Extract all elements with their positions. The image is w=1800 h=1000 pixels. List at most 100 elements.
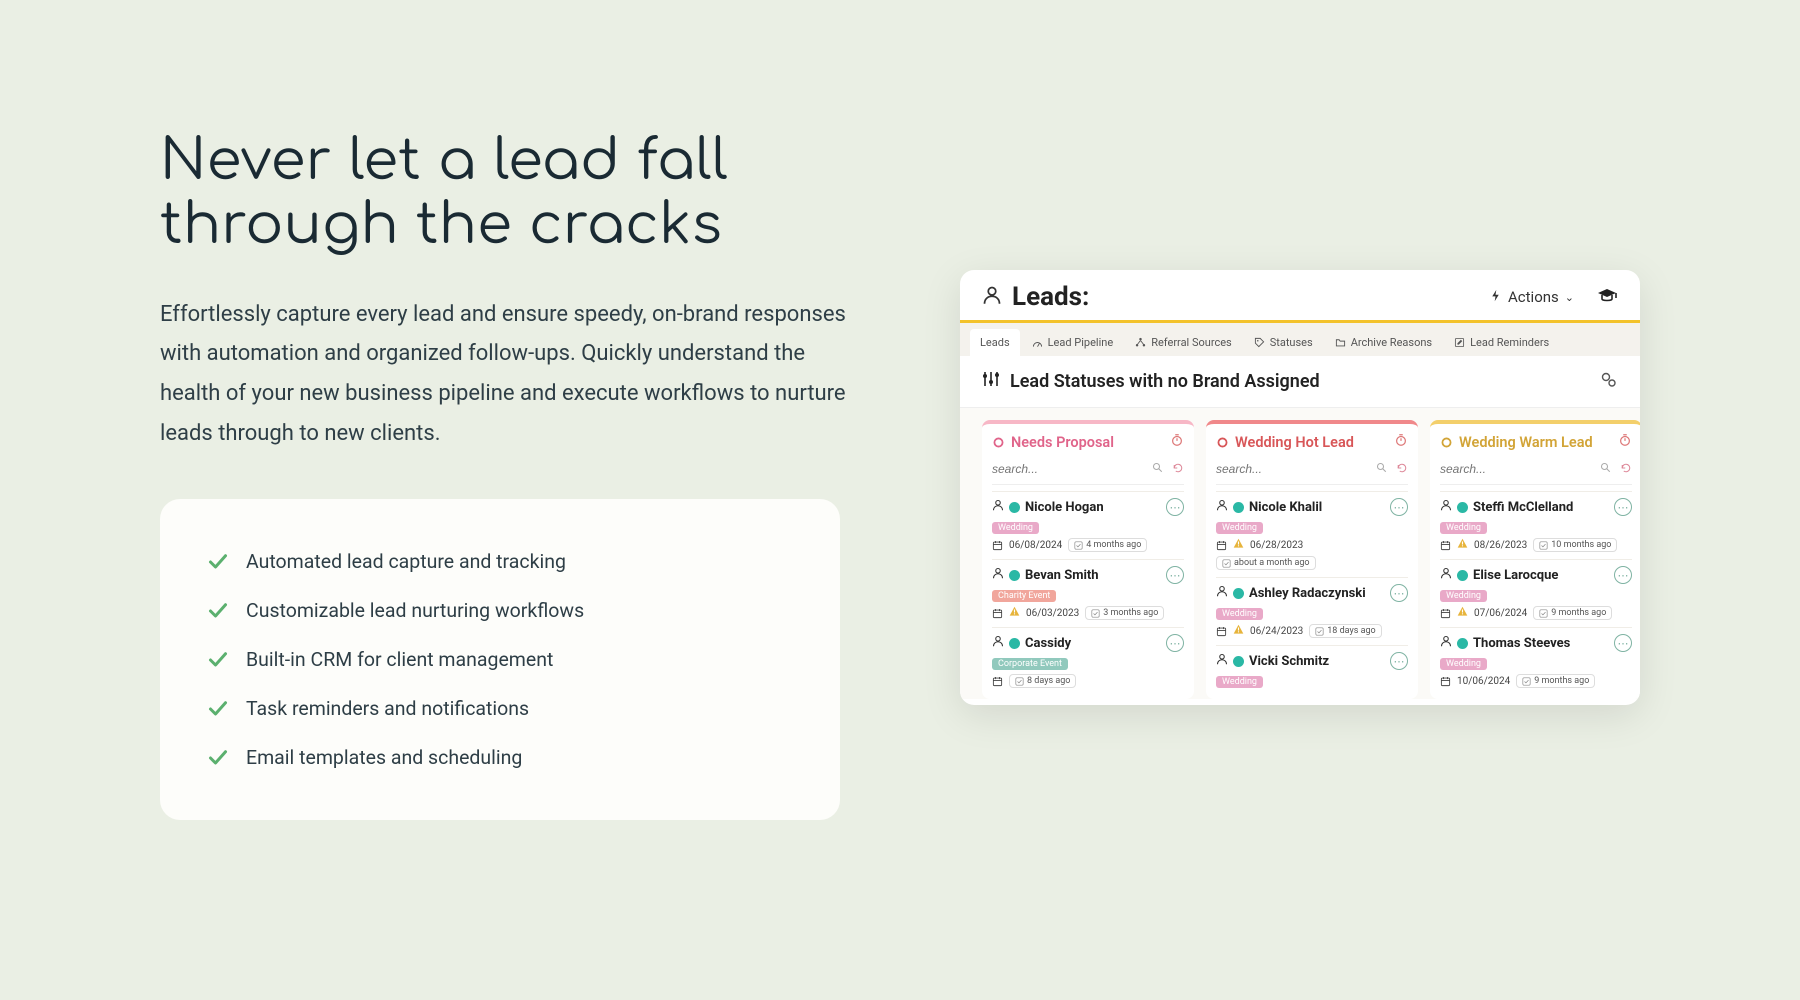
lead-tag: Wedding [1216, 522, 1263, 534]
lead-name: Nicole Khalil [1249, 500, 1322, 515]
check-icon [208, 699, 228, 719]
hero-subtext: Effortlessly capture every lead and ensu… [160, 295, 850, 453]
lead-name: Bevan Smith [1025, 568, 1099, 583]
timer-icon[interactable] [1394, 432, 1408, 451]
refresh-icon[interactable] [1396, 459, 1408, 478]
lead-name: Nicole Hogan [1025, 500, 1104, 515]
lead-ago-pill: 10 months ago [1533, 538, 1617, 552]
lead-date: 08/26/2023 [1474, 540, 1527, 551]
tab-leads[interactable]: Leads [970, 329, 1020, 356]
status-column: Wedding Warm Lead ⋯Steffi McClellandWeddi… [1430, 420, 1640, 699]
lead-card[interactable]: ⋯Ashley RadaczynskiWedding06/24/202318 d… [1216, 577, 1408, 645]
lead-menu-button[interactable]: ⋯ [1614, 566, 1632, 584]
feature-item: Customizable lead nurturing workflows [208, 586, 792, 635]
search-icon[interactable] [1152, 459, 1172, 478]
lead-card[interactable]: ⋯ Nicole Hogan Wedding 06/08/2024 4 months a… [992, 491, 1184, 559]
feature-item: Built-in CRM for client management [208, 635, 792, 684]
lead-ago-pill: 3 months ago [1085, 606, 1164, 620]
refresh-icon[interactable] [1172, 459, 1184, 478]
person-icon [1440, 635, 1452, 651]
settings-cogs-icon[interactable] [1600, 371, 1618, 393]
lead-date: 06/28/2023 [1250, 540, 1303, 551]
status-dot [1233, 588, 1244, 599]
warning-icon [1009, 606, 1020, 620]
lead-ago-pill: 4 months ago [1068, 538, 1147, 552]
column-search-input[interactable] [992, 462, 1152, 476]
timer-icon[interactable] [1170, 432, 1184, 451]
actions-dropdown[interactable]: Actions ⌄ [1489, 288, 1574, 306]
lead-ago-pill: 8 days ago [1009, 674, 1076, 688]
lead-menu-button[interactable]: ⋯ [1166, 498, 1184, 516]
lead-card[interactable]: ⋯Vicki SchmitzWedding [1216, 645, 1408, 695]
ring-icon [1440, 436, 1453, 449]
person-icon [992, 567, 1004, 583]
refresh-icon[interactable] [1620, 459, 1632, 478]
person-icon [1440, 499, 1452, 515]
feature-list-card: Automated lead capture and tracking Cust… [160, 499, 840, 820]
tab-lead-reminders[interactable]: Lead Reminders [1444, 329, 1559, 356]
lead-menu-button[interactable]: ⋯ [1390, 584, 1408, 602]
search-icon[interactable] [1600, 459, 1620, 478]
calendar-icon [992, 676, 1003, 687]
lead-card[interactable]: ⋯Steffi McClellandWedding08/26/202310 mo… [1440, 491, 1632, 559]
lead-menu-button[interactable]: ⋯ [1166, 634, 1184, 652]
ring-icon [1216, 436, 1229, 449]
column-search-input[interactable] [1216, 462, 1376, 476]
lead-card[interactable]: ⋯Thomas SteevesWedding10/06/20249 months… [1440, 627, 1632, 695]
column-search-input[interactable] [1440, 462, 1600, 476]
page-title: Leads: [1012, 282, 1089, 312]
lead-menu-button[interactable]: ⋯ [1614, 498, 1632, 516]
calendar-icon [1440, 608, 1451, 619]
lead-tag: Corporate Event [992, 658, 1068, 670]
lead-ago-row: about a month ago [1216, 556, 1408, 570]
warning-icon [1233, 538, 1244, 552]
person-icon [992, 499, 1004, 515]
status-column: Needs Proposal⋯Nicole HoganWedding06/08/… [982, 420, 1194, 699]
lead-tag: Wedding [1440, 590, 1487, 602]
tab-lead-pipeline[interactable]: Lead Pipeline [1022, 329, 1124, 356]
lead-menu-button[interactable]: ⋯ [1390, 652, 1408, 670]
status-dot [1009, 638, 1020, 649]
lead-menu-button[interactable]: ⋯ [1166, 566, 1184, 584]
tab-archive-reasons[interactable]: Archive Reasons [1325, 329, 1442, 356]
lead-menu-button[interactable]: ⋯ [1390, 498, 1408, 516]
tab-statuses[interactable]: Statuses [1244, 329, 1323, 356]
status-dot [1457, 638, 1468, 649]
lead-name: Thomas Steeves [1473, 636, 1570, 651]
help-graduation-icon[interactable] [1596, 284, 1618, 310]
lead-date-row: 06/08/2024 4 months ago [992, 538, 1184, 552]
lead-date: 06/08/2024 [1009, 540, 1062, 551]
actions-label: Actions [1508, 288, 1559, 306]
check-icon [208, 601, 228, 621]
lead-tag: Wedding [992, 522, 1039, 534]
lead-tag: Charity Event [992, 590, 1056, 602]
person-icon [982, 285, 1002, 309]
column-title: Wedding Warm Lead [1440, 434, 1632, 457]
hero-headline: Never let a lead fall through the cracks [160, 130, 860, 259]
status-dot [1233, 656, 1244, 667]
search-icon[interactable] [1376, 459, 1396, 478]
person-icon [1216, 499, 1228, 515]
status-dot [1009, 570, 1020, 581]
lead-card[interactable]: ⋯ Nicole Khalil Wedding 06/28/2023 about a m… [1216, 491, 1408, 577]
lead-card[interactable]: ⋯Elise LarocqueWedding07/06/20249 months… [1440, 559, 1632, 627]
lead-card[interactable]: ⋯CassidyCorporate Event8 days ago [992, 627, 1184, 695]
warning-icon [1457, 538, 1468, 552]
lead-date-row: 08/26/2023 10 months ago [1440, 538, 1632, 552]
calendar-icon [1216, 540, 1227, 551]
lead-tag: Wedding [1216, 608, 1263, 620]
person-icon [992, 635, 1004, 651]
lead-date-row: 07/06/20249 months ago [1440, 606, 1632, 620]
lead-card[interactable]: ⋯Bevan SmithCharity Event06/03/20233 mon… [992, 559, 1184, 627]
lead-menu-button[interactable]: ⋯ [1614, 634, 1632, 652]
warning-icon [1233, 624, 1244, 638]
lead-name: Vicki Schmitz [1249, 654, 1329, 669]
timer-icon[interactable] [1618, 432, 1632, 451]
status-column: Wedding Hot Lead⋯Nicole KhalilWedding06/… [1206, 420, 1418, 699]
feature-label: Customizable lead nurturing workflows [246, 599, 584, 622]
tab-referral-sources[interactable]: Referral Sources [1125, 329, 1242, 356]
feature-label: Automated lead capture and tracking [246, 550, 566, 573]
feature-label: Task reminders and notifications [246, 697, 529, 720]
check-icon [208, 748, 228, 768]
feature-item: Email templates and scheduling [208, 733, 792, 782]
